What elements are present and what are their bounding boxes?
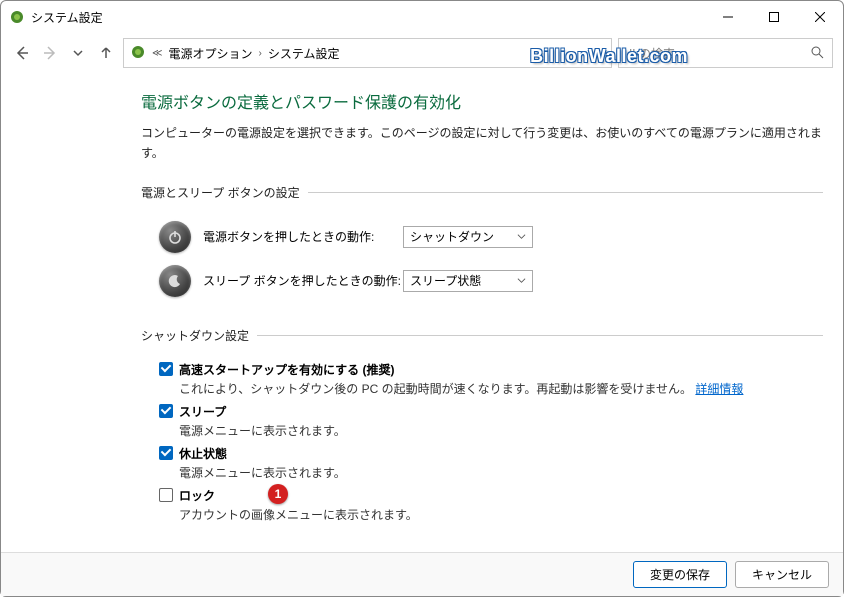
breadcrumb-item[interactable]: システム設定 [268, 45, 340, 62]
hibernate-title: 休止状態 [179, 447, 227, 461]
chevron-left-icon: ≪ [152, 48, 162, 59]
breadcrumb[interactable]: ≪ 電源オプション › システム設定 [123, 38, 612, 68]
window-title: システム設定 [31, 9, 705, 26]
page-title: 電源ボタンの定義とパスワード保護の有効化 [141, 89, 823, 113]
lock-checkbox[interactable] [159, 488, 173, 502]
app-icon [9, 9, 25, 25]
maximize-button[interactable] [751, 1, 797, 33]
sleep-button-value: スリープ状態 [410, 272, 481, 289]
breadcrumb-icon [130, 44, 146, 63]
page-description: コンピューターの電源設定を選択できます。このページの設定に対して行う変更は、お使… [141, 123, 823, 164]
sleep-button-select[interactable]: スリープ状態 [403, 270, 533, 292]
lock-desc: アカウントの画像メニューに表示されます。 [179, 506, 823, 523]
group-shutdown-legend: シャットダウン設定 [141, 327, 257, 344]
sleep-icon [159, 265, 191, 297]
nav-recent-button[interactable] [67, 42, 89, 64]
fast-startup-desc: これにより、シャットダウン後の PC の起動時間が速くなります。再起動は影響を受… [179, 382, 692, 396]
lock-title: ロック [179, 489, 215, 503]
sleep-button-label: スリープ ボタンを押したときの動作: [203, 272, 403, 289]
annotation-marker: 1 [268, 484, 288, 504]
power-button-label: 電源ボタンを押したときの動作: [203, 228, 403, 245]
nav-forward-button[interactable] [39, 42, 61, 64]
nav-up-button[interactable] [95, 42, 117, 64]
power-button-select[interactable]: シャットダウン [403, 226, 533, 248]
chevron-down-icon [517, 274, 526, 288]
chevron-down-icon [517, 230, 526, 244]
fast-startup-link[interactable]: 詳細情報 [695, 382, 743, 396]
sleep-desc: 電源メニューに表示されます。 [179, 422, 823, 439]
save-button[interactable]: 変更の保存 [633, 561, 727, 588]
group-buttons-legend: 電源とスリープ ボタンの設定 [141, 184, 308, 201]
breadcrumb-item[interactable]: 電源オプション [168, 45, 252, 62]
hibernate-checkbox[interactable] [159, 446, 173, 460]
minimize-button[interactable] [705, 1, 751, 33]
search-input[interactable]: ルの検索 [618, 38, 833, 68]
fast-startup-checkbox[interactable] [159, 362, 173, 376]
nav-back-button[interactable] [11, 42, 33, 64]
power-icon [159, 221, 191, 253]
close-button[interactable] [797, 1, 843, 33]
sleep-title: スリープ [179, 405, 226, 419]
fast-startup-title: 高速スタートアップを有効にする (推奨) [179, 363, 394, 377]
sleep-checkbox[interactable] [159, 404, 173, 418]
hibernate-desc: 電源メニューに表示されます。 [179, 464, 823, 481]
search-placeholder: ルの検索 [627, 45, 675, 62]
cancel-button[interactable]: キャンセル [735, 561, 829, 588]
search-icon [810, 45, 824, 62]
chevron-right-icon: › [258, 48, 261, 59]
power-button-value: シャットダウン [410, 228, 494, 245]
